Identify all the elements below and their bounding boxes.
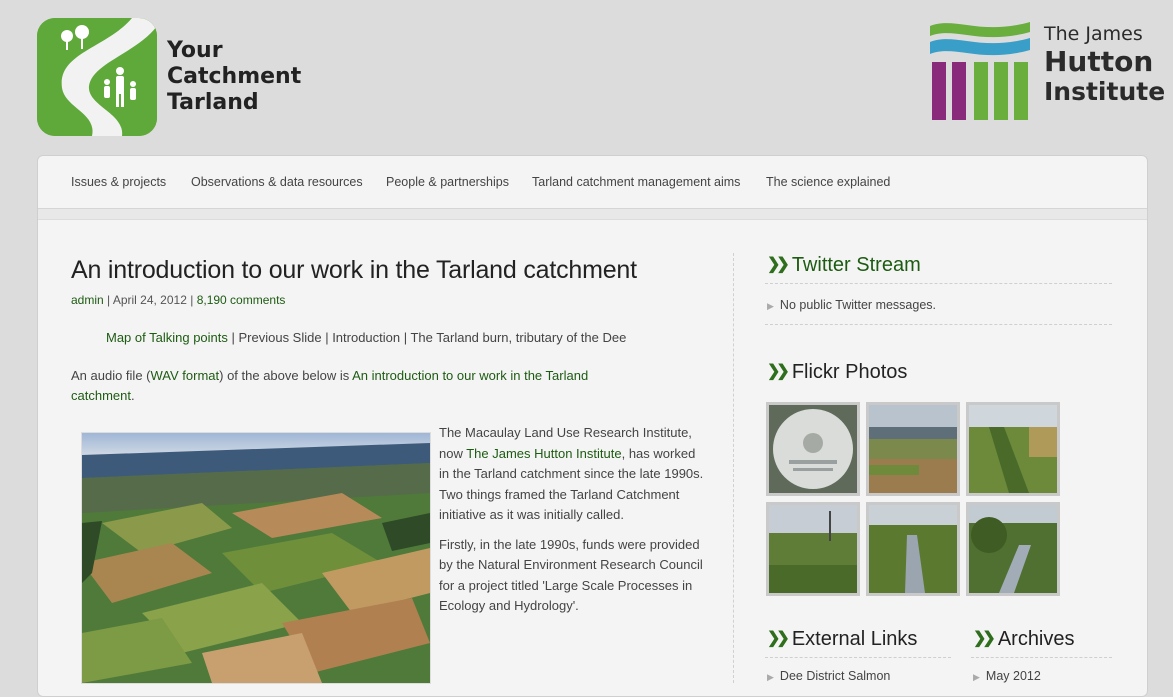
main-nav: Issues & projects Observations & data re… [38, 156, 1147, 209]
post-author-link[interactable]: admin [71, 293, 104, 307]
twitter-message-text: No public Twitter messages. [779, 298, 937, 312]
external-link-item[interactable]: ▶ Dee District Salmon [767, 669, 890, 683]
body-paragraph: Firstly, in the late 1990s, funds were p… [439, 536, 703, 614]
post-title[interactable]: An introduction to our work in the Tarla… [71, 256, 637, 285]
widget-rule [971, 657, 1112, 658]
sidebar-divider [733, 253, 734, 683]
hutton-institute-link[interactable]: The James Hutton Institute [466, 446, 621, 461]
flickr-widget-title: ❯❯ Flickr Photos [767, 361, 907, 384]
chevron-right-icon: ❯❯ [767, 363, 790, 380]
bullet-icon: ▶ [767, 301, 774, 311]
flickr-thumbnail[interactable] [966, 402, 1060, 496]
widget-title-text: Flickr Photos [791, 361, 908, 383]
nav-item-science-explained[interactable]: The science explained [766, 175, 890, 189]
flickr-thumbnail[interactable] [766, 502, 860, 596]
archive-link-item[interactable]: ▶ May 2012 [973, 669, 1041, 683]
archive-link-text: May 2012 [985, 669, 1041, 683]
partner-line: The James [1044, 23, 1143, 45]
audio-text: ) of the above below is [219, 368, 353, 383]
widget-rule [765, 324, 1112, 325]
slide-nav-text: | Previous Slide | Introduction | The Ta… [227, 330, 627, 345]
aerial-catchment-photo [81, 432, 431, 684]
widget-rule [765, 283, 1112, 284]
slide-navigation: Map of Talking points | Previous Slide |… [106, 330, 626, 345]
partner-name: The James Hutton Institute [1044, 22, 1165, 106]
nav-item-people-partnerships[interactable]: People & partnerships [386, 175, 509, 189]
nav-item-issues-projects[interactable]: Issues & projects [71, 175, 166, 189]
post-date: April 24, 2012 [112, 293, 187, 307]
nav-divider [38, 209, 1147, 220]
bullet-icon: ▶ [973, 672, 980, 682]
flickr-thumbnail[interactable] [966, 502, 1060, 596]
flickr-thumbnail[interactable] [866, 502, 960, 596]
chevron-right-icon: ❯❯ [767, 256, 790, 273]
wav-format-link[interactable]: WAV format [151, 368, 220, 383]
archives-widget-title: ❯❯ Archives [973, 628, 1075, 651]
catchment-logo[interactable] [37, 18, 157, 136]
site-title-line: Catchment [167, 64, 302, 89]
post-comments-link[interactable]: 8,190 comments [197, 293, 286, 307]
flickr-thumbnail[interactable] [766, 402, 860, 496]
post-body: The Macaulay Land Use Research Institute… [439, 423, 704, 626]
talking-points-link[interactable]: Map of Talking points [106, 330, 228, 345]
post-meta: admin | April 24, 2012 | 8,190 comments [71, 293, 285, 307]
chevron-right-icon: ❯❯ [767, 630, 790, 647]
site-title-line: Your [167, 38, 223, 63]
audio-paragraph: An audio file (WAV format) of the above … [71, 366, 651, 406]
body-paragraph: The Macaulay Land Use Research Institute… [439, 423, 704, 526]
flickr-thumbnail[interactable] [866, 402, 960, 496]
widget-title-text: Twitter Stream [791, 254, 921, 276]
audio-text: . [130, 388, 135, 403]
widget-rule [765, 657, 951, 658]
nav-item-management-aims[interactable]: Tarland catchment management aims [532, 175, 740, 189]
nav-item-observations[interactable]: Observations & data resources [191, 175, 363, 189]
twitter-widget-title: ❯❯ Twitter Stream [767, 254, 921, 277]
audio-text: An audio file ( [71, 368, 151, 383]
site-title-line: Tarland [167, 90, 259, 115]
bullet-icon: ▶ [767, 672, 774, 682]
widget-title-text: Archives [997, 628, 1075, 650]
partner-line: Hutton [1044, 45, 1154, 78]
site-title[interactable]: Your Catchment Tarland [167, 38, 301, 116]
chevron-right-icon: ❯❯ [973, 630, 996, 647]
content-container: Issues & projects Observations & data re… [37, 155, 1148, 697]
partner-line: Institute [1044, 77, 1166, 106]
external-links-widget-title: ❯❯ External Links [767, 628, 917, 651]
twitter-message: ▶ No public Twitter messages. [767, 298, 936, 312]
site-header: Your Catchment Tarland The James Hutton … [0, 0, 1173, 155]
widget-title-text: External Links [791, 628, 918, 650]
external-link-text: Dee District Salmon [779, 669, 891, 683]
